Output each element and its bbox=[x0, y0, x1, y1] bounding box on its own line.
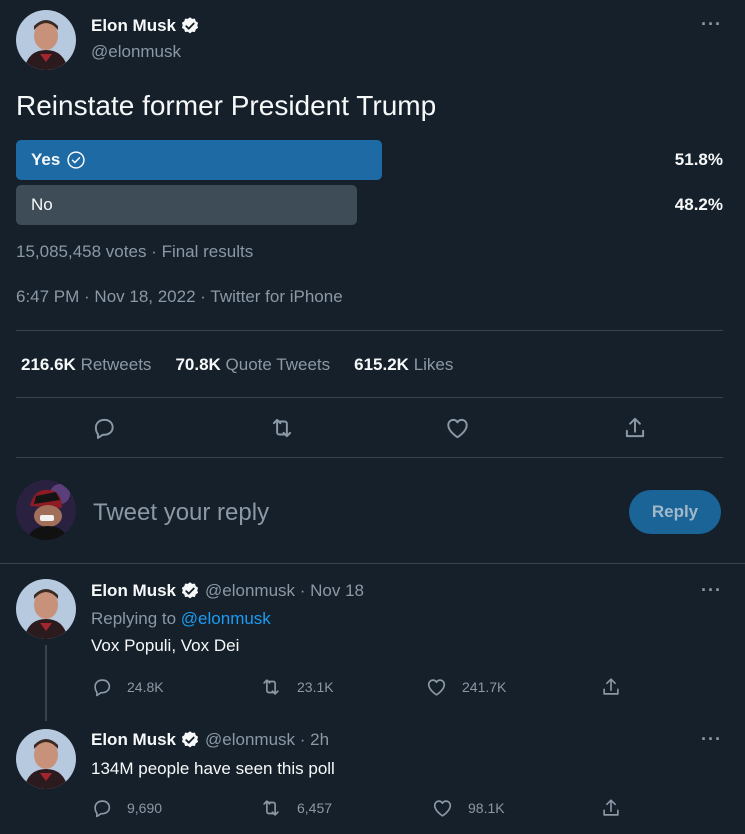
tweet-source[interactable]: Twitter for iPhone bbox=[210, 287, 342, 306]
likes-stat[interactable]: 615.2K Likes bbox=[354, 355, 453, 375]
retweet-icon[interactable] bbox=[268, 415, 296, 441]
user-avatar-image bbox=[16, 480, 76, 540]
quote-tweets-stat[interactable]: 70.8K Quote Tweets bbox=[175, 355, 330, 375]
retweet-icon bbox=[263, 800, 279, 816]
avatar-image bbox=[16, 729, 76, 789]
like-action[interactable]: 98.1K bbox=[431, 797, 505, 819]
more-icon[interactable]: ··· bbox=[701, 14, 722, 35]
like-icon[interactable] bbox=[444, 415, 471, 441]
tweet-timestamp: 6:47 PM · Nov 18, 2022 · Twitter for iPh… bbox=[16, 287, 343, 306]
retweets-stat[interactable]: 216.6K Retweets bbox=[21, 355, 151, 375]
divider bbox=[0, 563, 745, 564]
retweet-action[interactable]: 6,457 bbox=[259, 797, 332, 819]
like-count: 241.7K bbox=[462, 679, 507, 695]
retweet-action[interactable]: 23.1K bbox=[259, 676, 334, 698]
reply-count: 9,690 bbox=[127, 800, 163, 816]
reply-action[interactable]: 9,690 bbox=[91, 797, 162, 819]
verified-badge-icon bbox=[181, 731, 199, 748]
share-icon[interactable] bbox=[600, 797, 622, 819]
tweet-time[interactable]: 6:47 PM bbox=[16, 287, 79, 306]
poll-option-yes: Yes bbox=[16, 140, 382, 180]
divider bbox=[16, 397, 723, 398]
reply-time[interactable]: Nov 18 bbox=[310, 581, 364, 601]
divider bbox=[16, 457, 723, 458]
reply-icon bbox=[94, 679, 111, 697]
share-icon[interactable] bbox=[622, 415, 648, 441]
reply-text: Vox Populi, Vox Dei bbox=[91, 636, 240, 655]
reply-author-name[interactable]: Elon Musk bbox=[91, 730, 176, 750]
reply-action[interactable]: 24.8K bbox=[91, 676, 164, 698]
author-avatar[interactable] bbox=[16, 10, 76, 70]
author-handle[interactable]: @elonmusk bbox=[91, 42, 181, 62]
reply-count: 24.8K bbox=[127, 679, 164, 695]
avatar-image bbox=[16, 10, 76, 70]
reply-header: Elon Musk @elonmusk · 2h bbox=[91, 730, 330, 750]
user-avatar[interactable] bbox=[16, 480, 76, 540]
reply-avatar[interactable] bbox=[16, 579, 76, 639]
author-name[interactable]: Elon Musk bbox=[91, 16, 176, 36]
reply-icon[interactable] bbox=[91, 415, 117, 441]
avatar-image bbox=[16, 579, 76, 639]
like-icon bbox=[433, 800, 452, 817]
more-icon[interactable]: ··· bbox=[701, 729, 722, 750]
check-circle-icon bbox=[67, 151, 85, 169]
poll-option-label: No bbox=[31, 195, 53, 214]
tweet-text: Reinstate former President Trump bbox=[16, 90, 437, 121]
reply-header: Elon Musk @elonmusk · Nov 18 bbox=[91, 581, 365, 601]
replying-to-link[interactable]: @elonmusk bbox=[181, 609, 271, 628]
poll-summary: 15,085,458 votes · Final results bbox=[16, 242, 254, 261]
thread-line bbox=[45, 645, 47, 721]
more-icon[interactable]: ··· bbox=[701, 580, 722, 601]
poll-votes: 15,085,458 votes bbox=[16, 242, 147, 261]
reply-button[interactable]: Reply bbox=[629, 490, 721, 534]
tweet-stats: 216.6K Retweets 70.8K Quote Tweets 615.2… bbox=[21, 355, 453, 375]
reply-time[interactable]: 2h bbox=[310, 730, 329, 750]
like-action[interactable]: 241.7K bbox=[425, 676, 506, 698]
poll-status: Final results bbox=[161, 242, 254, 261]
retweet-count: 6,457 bbox=[297, 800, 333, 816]
verified-badge-icon bbox=[181, 582, 199, 599]
share-icon[interactable] bbox=[600, 676, 622, 698]
divider bbox=[16, 330, 723, 331]
poll-percent-yes: 51.8% bbox=[674, 150, 723, 169]
replying-to: Replying to @elonmusk bbox=[91, 609, 271, 628]
poll-option-no: No bbox=[16, 185, 357, 225]
poll-percent-no: 48.2% bbox=[674, 195, 723, 214]
verified-badge-icon bbox=[181, 17, 199, 34]
like-count: 98.1K bbox=[468, 800, 505, 816]
reply-text: 134M people have seen this poll bbox=[91, 759, 335, 778]
tweet-date[interactable]: Nov 18, 2022 bbox=[94, 287, 195, 306]
reply-icon bbox=[94, 800, 111, 818]
like-icon bbox=[427, 679, 446, 696]
reply-author-name[interactable]: Elon Musk bbox=[91, 581, 176, 601]
reply-avatar[interactable] bbox=[16, 729, 76, 789]
retweet-count: 23.1K bbox=[297, 679, 334, 695]
poll-option-label: Yes bbox=[31, 150, 61, 169]
retweet-icon bbox=[263, 679, 279, 695]
reply-author-handle[interactable]: @elonmusk bbox=[205, 730, 295, 750]
reply-input[interactable]: Tweet your reply bbox=[93, 499, 269, 527]
reply-author-handle[interactable]: @elonmusk bbox=[205, 581, 295, 601]
